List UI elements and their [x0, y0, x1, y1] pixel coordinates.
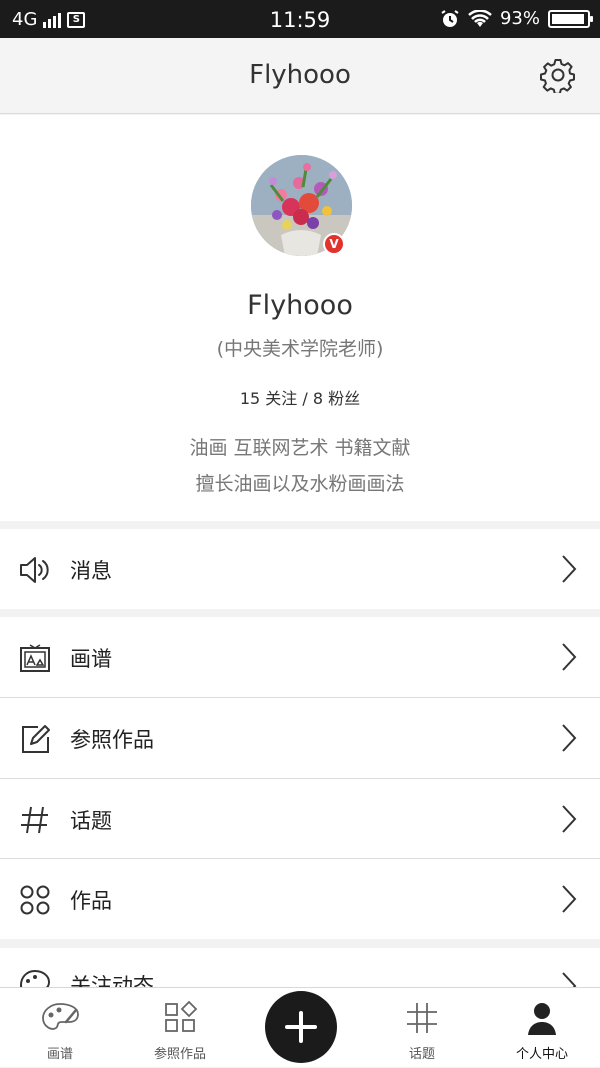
- grid-circles-icon: [20, 885, 50, 915]
- picture-frame-icon: [20, 644, 50, 672]
- hash-icon: [407, 1003, 437, 1033]
- verified-badge: V: [323, 233, 345, 255]
- profile-name: Flyhooo: [247, 290, 353, 321]
- tab-label: 个人中心: [515, 1047, 568, 1062]
- follow-stats[interactable]: 15 关注 / 8 粉丝: [0, 385, 600, 409]
- menu-item-painting-album[interactable]: 画谱: [0, 617, 600, 697]
- menu-item-messages[interactable]: 消息: [0, 529, 600, 609]
- menu-label: 话题: [70, 809, 112, 833]
- menu-item-reference-works[interactable]: 参照作品: [0, 698, 600, 778]
- menu-label: 关注动态: [70, 974, 154, 988]
- profile-card: V Flyhooo (中央美术学院老师) 15 关注 / 8 粉丝 油画 互联网…: [0, 115, 600, 521]
- gear-icon[interactable]: [540, 57, 576, 93]
- menu-item-works[interactable]: 作品: [0, 859, 600, 939]
- chevron-right-icon: [562, 972, 577, 988]
- menu-label: 参照作品: [70, 728, 154, 752]
- tab-label: 画谱: [46, 1047, 73, 1062]
- profile-tags: 油画 互联网艺术 书籍文献: [189, 437, 411, 459]
- alarm-icon: [441, 9, 459, 27]
- chevron-right-icon: [562, 885, 577, 913]
- battery-fill: [552, 13, 584, 24]
- menu-label: 画谱: [70, 647, 112, 671]
- menu-label: 消息: [70, 559, 112, 583]
- profile-description: 擅长油画以及水粉画画法: [195, 473, 405, 495]
- tab-personal-center[interactable]: 个人中心: [482, 988, 600, 1068]
- app-header: Flyhooo: [0, 38, 600, 114]
- palette-icon: [42, 1003, 79, 1030]
- person-icon: [528, 1003, 556, 1035]
- chevron-right-icon: [562, 805, 577, 833]
- edit-icon: [22, 725, 50, 753]
- page-title: Flyhooo: [249, 60, 351, 90]
- tab-topics[interactable]: 话题: [362, 988, 482, 1068]
- chevron-right-icon: [562, 724, 577, 752]
- tab-label: 话题: [408, 1047, 435, 1062]
- hash-icon: [21, 806, 48, 834]
- menu-label: 作品: [70, 889, 112, 913]
- speaker-icon: [20, 557, 49, 583]
- battery-icon: [548, 9, 593, 28]
- wifi-icon: [468, 9, 492, 27]
- tab-label: 参照作品: [153, 1047, 206, 1062]
- add-button[interactable]: [265, 991, 337, 1063]
- chevron-right-icon: [562, 643, 577, 671]
- menu-item-following-feed[interactable]: 关注动态: [0, 948, 600, 988]
- profile-title: (中央美术学院老师): [216, 338, 384, 360]
- status-bar: 4G S 11:59 93%: [0, 0, 600, 38]
- shapes-icon: [165, 1000, 198, 1032]
- menu-item-topics[interactable]: 话题: [0, 779, 600, 859]
- palette-icon: [19, 969, 51, 988]
- battery-percent: 93%: [499, 8, 540, 29]
- tab-painting-album[interactable]: 画谱: [0, 988, 120, 1068]
- chevron-right-icon: [562, 555, 577, 583]
- tab-reference-works[interactable]: 参照作品: [120, 988, 240, 1068]
- status-right: 93%: [440, 8, 593, 29]
